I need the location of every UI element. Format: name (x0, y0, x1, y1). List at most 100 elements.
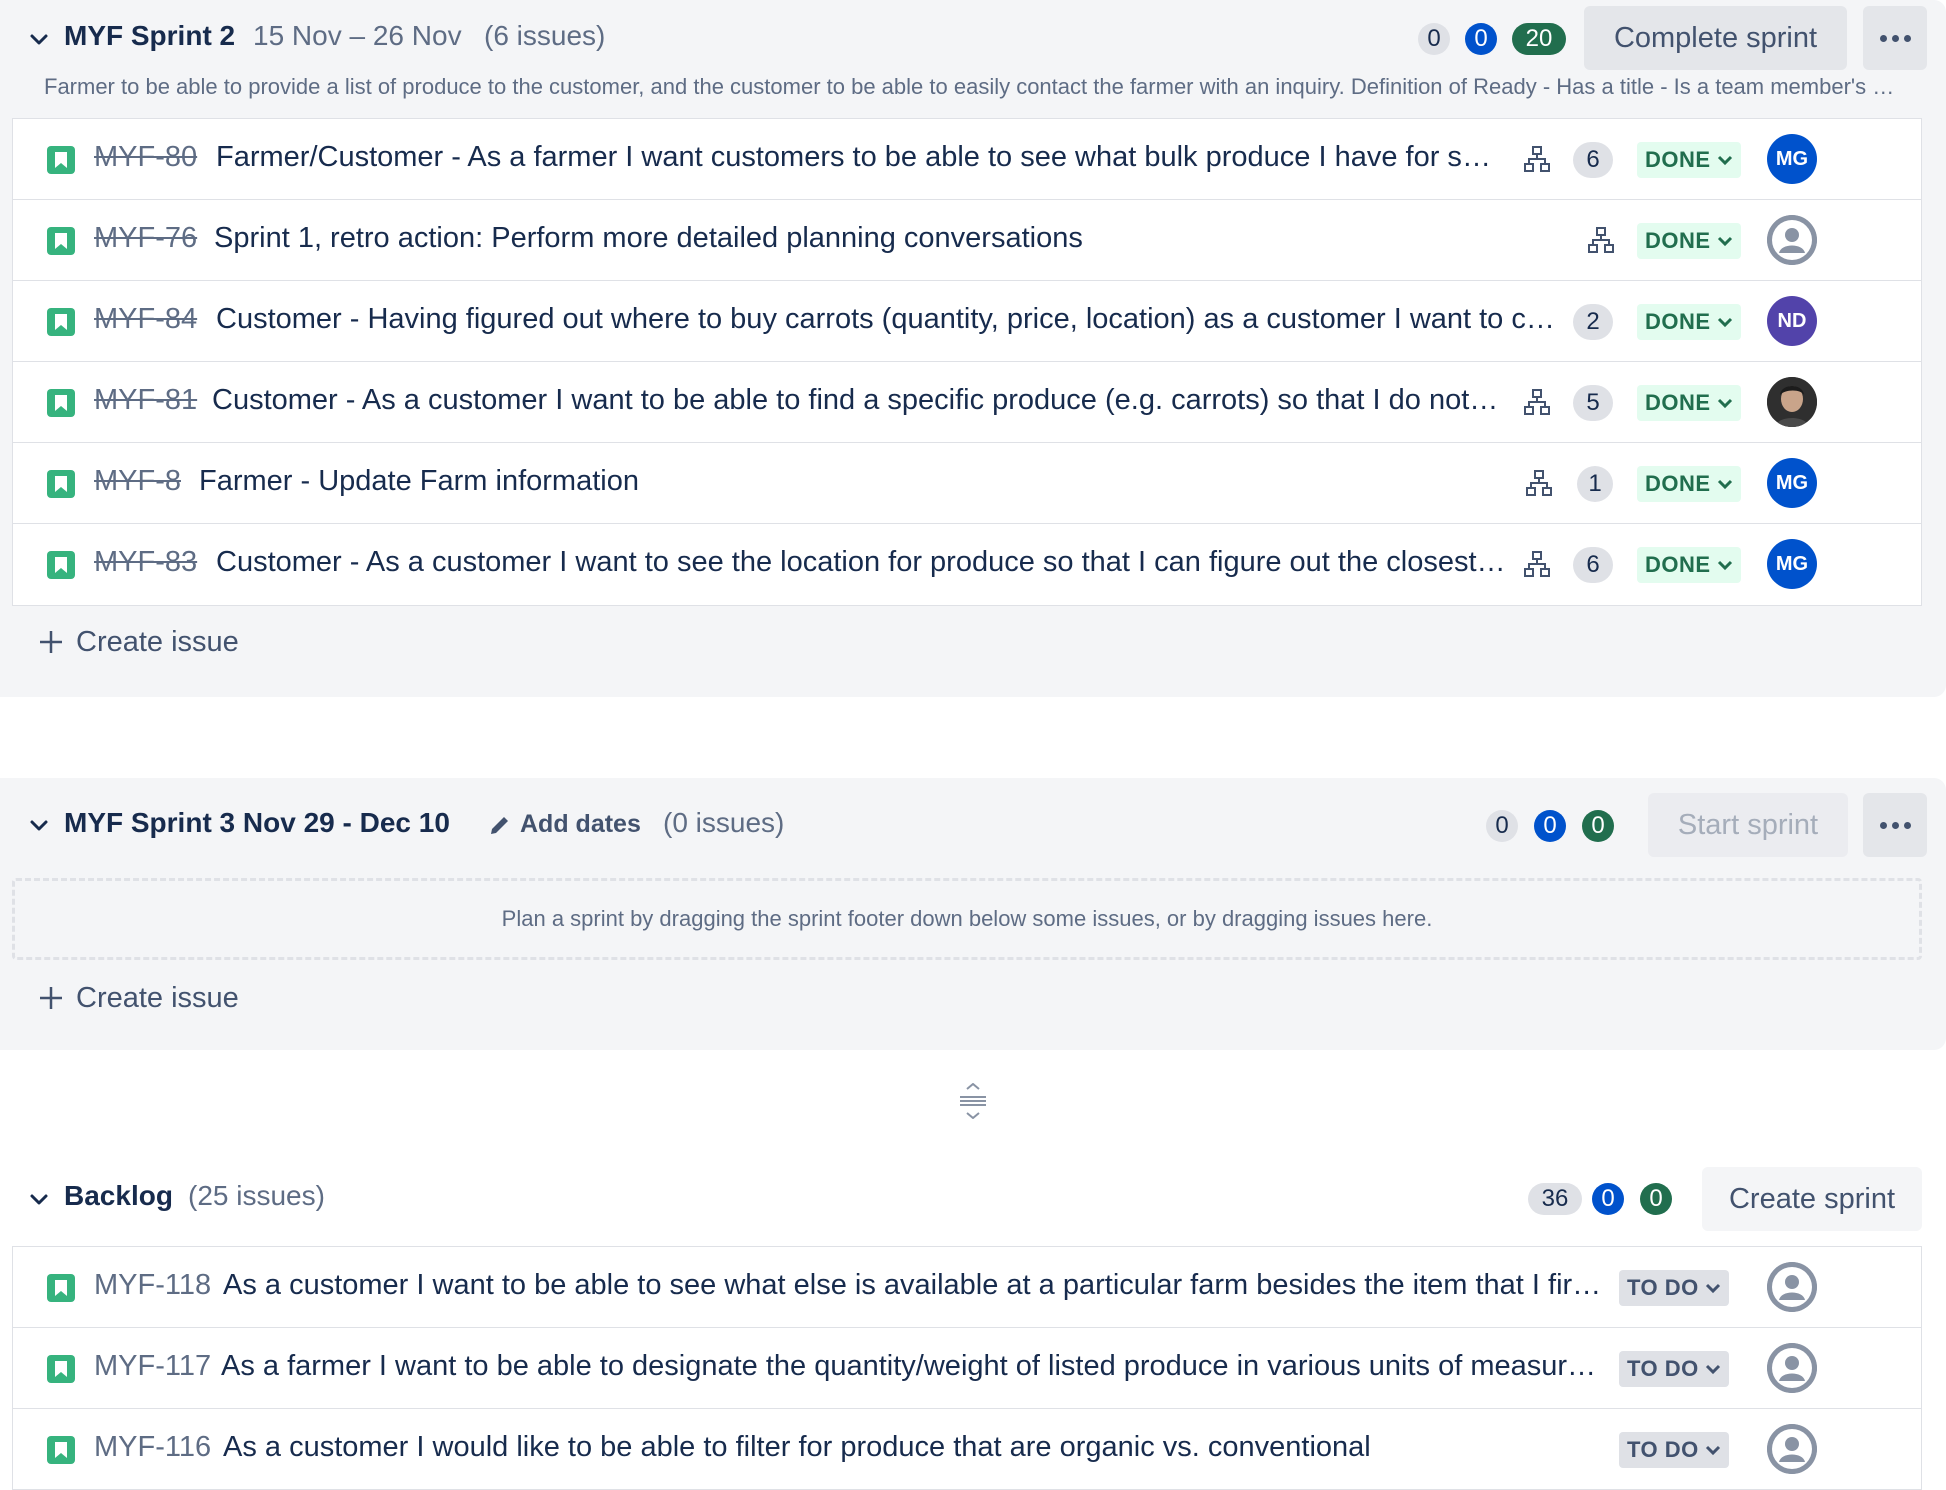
estimate-badge: 6 (1573, 547, 1613, 583)
chevron-down-icon[interactable] (28, 28, 50, 50)
table-row[interactable]: MYF-83 Customer - As a customer I want t… (13, 524, 1921, 605)
chevron-down-icon (1717, 317, 1732, 328)
avatar[interactable]: MG (1767, 134, 1817, 184)
issue-key[interactable]: MYF-84 (94, 303, 197, 336)
complete-sprint-button[interactable]: Complete sprint (1584, 6, 1847, 70)
status-label: DONE (1645, 390, 1711, 415)
status-dropdown[interactable]: TO DO (1619, 1351, 1729, 1387)
hierarchy-icon (1524, 551, 1550, 577)
avatar-placeholder-icon[interactable] (1767, 1343, 1817, 1393)
create-sprint-button[interactable]: Create sprint (1702, 1167, 1922, 1231)
table-row[interactable]: MYF-81 Customer - As a customer I want t… (13, 362, 1921, 443)
story-icon (47, 1436, 75, 1464)
chevron-down-icon[interactable] (28, 1188, 50, 1210)
inprogress-points-pill: 0 (1592, 1183, 1624, 1215)
status-label: DONE (1645, 471, 1711, 496)
status-dropdown[interactable]: DONE (1637, 304, 1741, 340)
table-row[interactable]: MYF-84 Customer - Having figured out whe… (13, 281, 1921, 362)
status-label: DONE (1645, 552, 1711, 577)
sprint-more-button[interactable] (1863, 793, 1927, 857)
sprint-dates: 15 Nov – 26 Nov (253, 20, 462, 51)
backlog-header: Backlog (25 issues) 36 0 0 Create sprint (0, 1160, 1946, 1238)
estimate-badge: 1 (1577, 466, 1613, 502)
story-icon (47, 551, 75, 579)
issue-summary: Customer - As a customer I want to be ab… (212, 384, 1506, 416)
sprint-3-header: MYF Sprint 3 Nov 29 - Dec 10 Add dates (… (0, 778, 1946, 857)
drag-handle-icon[interactable] (958, 1083, 988, 1119)
issue-summary: Customer - Having figured out where to b… (216, 303, 1556, 335)
avatar[interactable]: ND (1767, 296, 1817, 346)
sprint-3-container: MYF Sprint 3 Nov 29 - Dec 10 Add dates (… (0, 778, 1946, 1050)
status-dropdown[interactable]: TO DO (1619, 1270, 1729, 1306)
sprint-drop-zone[interactable]: Plan a sprint by dragging the sprint foo… (12, 878, 1922, 960)
hierarchy-icon (1588, 227, 1614, 253)
create-issue-label: Create issue (76, 981, 239, 1014)
backlog-issue-count: (25 issues) (188, 1180, 325, 1211)
estimate-badge: 6 (1573, 142, 1613, 178)
issue-key[interactable]: MYF-8 (94, 465, 181, 498)
done-points-pill: 20 (1512, 23, 1566, 55)
issue-key[interactable]: MYF-81 (94, 384, 197, 417)
chevron-down-icon (1717, 560, 1732, 571)
status-dropdown[interactable]: DONE (1637, 142, 1741, 178)
hierarchy-icon (1526, 470, 1552, 496)
avatar[interactable] (1767, 377, 1817, 427)
todo-points-pill: 0 (1418, 23, 1450, 55)
sprint-goal: Farmer to be able to provide a list of p… (44, 74, 1904, 99)
issue-summary: Farmer - Update Farm information (199, 465, 639, 497)
chevron-down-icon[interactable] (28, 814, 50, 836)
status-label: TO DO (1627, 1356, 1699, 1381)
more-icon (1879, 34, 1887, 42)
backlog-issue-list: MYF-118 As a customer I want to be able … (12, 1246, 1922, 1490)
table-row[interactable]: MYF-76 Sprint 1, retro action: Perform m… (13, 200, 1921, 281)
issue-summary: As a customer I would like to be able to… (223, 1431, 1371, 1463)
issue-key[interactable]: MYF-76 (94, 222, 197, 255)
status-label: DONE (1645, 309, 1711, 334)
todo-points-pill: 36 (1528, 1183, 1582, 1215)
chevron-down-icon (1717, 398, 1732, 409)
plus-icon (40, 631, 62, 653)
avatar-placeholder-icon[interactable] (1767, 1424, 1817, 1474)
estimate-badge: 2 (1573, 304, 1613, 340)
story-icon (47, 389, 75, 417)
chevron-down-icon (1717, 479, 1732, 490)
status-dropdown[interactable]: TO DO (1619, 1432, 1729, 1468)
chevron-down-icon (1705, 1283, 1720, 1294)
issue-summary: Farmer/Customer - As a farmer I want cus… (216, 141, 1506, 173)
story-icon (47, 146, 75, 174)
avatar[interactable]: MG (1767, 539, 1817, 589)
avatar-placeholder-icon[interactable] (1767, 215, 1817, 265)
sprint-2-issue-list: MYF-80 Farmer/Customer - As a farmer I w… (12, 118, 1922, 606)
table-row[interactable]: MYF-118 As a customer I want to be able … (13, 1247, 1921, 1328)
add-dates-label: Add dates (520, 810, 641, 838)
issue-key[interactable]: MYF-117 (94, 1350, 211, 1383)
issue-summary: Customer - As a customer I want to see t… (216, 546, 1506, 578)
hierarchy-icon (1524, 389, 1550, 415)
avatar[interactable]: MG (1767, 458, 1817, 508)
create-issue-button[interactable]: Create issue (38, 978, 239, 1018)
avatar-placeholder-icon[interactable] (1767, 1262, 1817, 1312)
issue-key[interactable]: MYF-116 (94, 1431, 211, 1464)
sprint-2-container: MYF Sprint 2 15 Nov – 26 Nov (6 issues) … (0, 0, 1946, 697)
table-row[interactable]: MYF-116 As a customer I would like to be… (13, 1409, 1921, 1490)
pencil-icon (491, 816, 508, 834)
table-row[interactable]: MYF-117 As a farmer I want to be able to… (13, 1328, 1921, 1409)
done-points-pill: 0 (1640, 1183, 1672, 1215)
add-dates-button[interactable]: Add dates (488, 810, 641, 839)
story-icon (47, 308, 75, 336)
issue-key[interactable]: MYF-83 (94, 546, 197, 579)
issue-key[interactable]: MYF-118 (94, 1269, 211, 1302)
issue-key[interactable]: MYF-80 (94, 141, 197, 174)
status-label: TO DO (1627, 1275, 1699, 1300)
start-sprint-button[interactable]: Start sprint (1648, 793, 1848, 857)
table-row[interactable]: MYF-8 Farmer - Update Farm information 1… (13, 443, 1921, 524)
sprint-issue-count: (0 issues) (663, 807, 785, 838)
status-dropdown[interactable]: DONE (1637, 466, 1741, 502)
status-dropdown[interactable]: DONE (1637, 223, 1741, 259)
inprogress-points-pill: 0 (1534, 810, 1566, 842)
status-dropdown[interactable]: DONE (1637, 547, 1741, 583)
create-issue-button[interactable]: Create issue (38, 622, 239, 662)
sprint-more-button[interactable] (1863, 6, 1927, 70)
table-row[interactable]: MYF-80 Farmer/Customer - As a farmer I w… (13, 119, 1921, 200)
status-dropdown[interactable]: DONE (1637, 385, 1741, 421)
